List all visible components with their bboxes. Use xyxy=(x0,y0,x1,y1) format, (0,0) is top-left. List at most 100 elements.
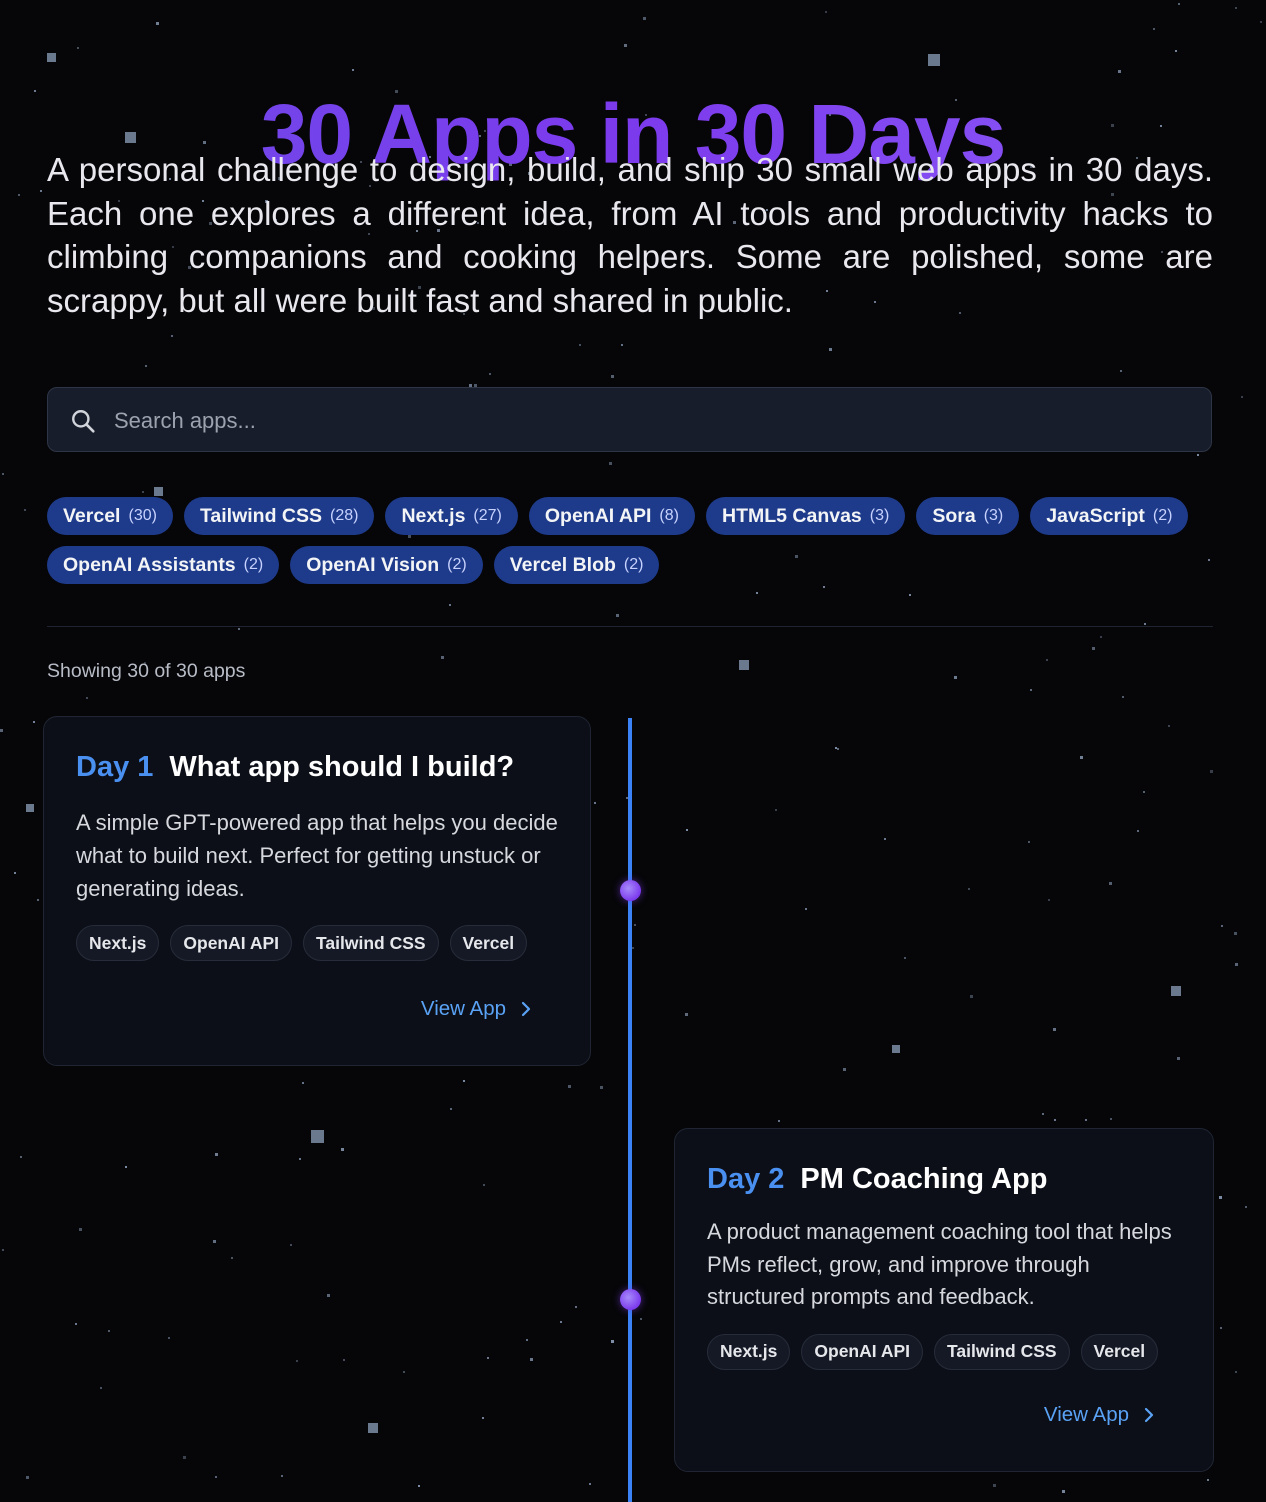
star xyxy=(1197,454,1199,456)
star xyxy=(594,802,596,804)
star xyxy=(75,1323,77,1325)
star xyxy=(954,676,957,679)
star xyxy=(1235,1371,1237,1373)
star xyxy=(281,1475,283,1477)
star xyxy=(352,69,354,71)
star xyxy=(26,1476,29,1479)
star xyxy=(154,487,163,496)
star xyxy=(100,1387,102,1389)
star xyxy=(14,872,16,874)
star xyxy=(600,1086,603,1089)
star xyxy=(26,804,34,812)
filter-chip-label: Vercel Blob xyxy=(509,553,616,576)
star xyxy=(611,1340,614,1343)
star xyxy=(1053,1028,1056,1031)
star xyxy=(1220,1327,1222,1329)
star xyxy=(739,660,749,670)
star xyxy=(1100,636,1102,638)
star xyxy=(299,1158,301,1160)
star xyxy=(33,721,35,723)
star xyxy=(487,1357,489,1359)
star xyxy=(1054,1119,1056,1121)
star xyxy=(1235,7,1237,9)
star xyxy=(1062,1490,1065,1493)
star xyxy=(450,1108,452,1110)
star xyxy=(756,592,758,594)
filter-chip[interactable]: Vercel Blob (2) xyxy=(493,546,660,584)
filter-chip-label: HTML5 Canvas xyxy=(721,504,862,527)
star xyxy=(1028,841,1030,843)
star xyxy=(970,995,973,998)
filter-chip[interactable]: JavaScript (2) xyxy=(1030,497,1189,535)
chevron-right-icon xyxy=(1144,1407,1154,1423)
star xyxy=(621,344,623,346)
star xyxy=(463,1080,465,1082)
results-count: Showing 30 of 30 apps xyxy=(47,660,246,682)
search-icon xyxy=(72,410,95,433)
filter-chip[interactable]: OpenAI Vision (2) xyxy=(290,546,483,584)
day-label: Day 2 xyxy=(707,1163,785,1195)
star xyxy=(489,373,491,375)
filter-chip-count: (2) xyxy=(447,556,467,573)
view-app-label: View App xyxy=(420,997,506,1020)
filter-chip[interactable]: HTML5 Canvas (3) xyxy=(705,497,906,535)
star xyxy=(2,473,4,475)
star xyxy=(1175,50,1177,52)
star xyxy=(1118,70,1121,73)
search-input[interactable] xyxy=(112,388,1196,453)
app-title: What app should I build? xyxy=(169,751,515,783)
star xyxy=(611,375,614,378)
star xyxy=(1260,21,1262,23)
filter-chip[interactable]: Tailwind CSS (28) xyxy=(183,497,375,535)
app-card: Day 2 PM Coaching App A product manageme… xyxy=(674,1128,1214,1472)
star xyxy=(1030,689,1032,691)
day-label: Day 1 xyxy=(76,751,154,783)
star xyxy=(634,924,636,926)
star xyxy=(1178,3,1180,5)
filter-chip[interactable]: Sora (3) xyxy=(916,497,1020,535)
star xyxy=(213,1240,216,1243)
filter-chip-count: (2) xyxy=(243,556,264,573)
divider xyxy=(47,626,1213,627)
star xyxy=(993,1484,996,1487)
filter-chip[interactable]: OpenAI API (8) xyxy=(528,497,695,535)
star xyxy=(327,1294,330,1297)
filter-chip-label: Sora xyxy=(932,504,976,527)
star xyxy=(805,908,807,910)
star xyxy=(1241,396,1243,398)
star xyxy=(829,348,832,351)
star xyxy=(1153,28,1155,30)
star xyxy=(142,491,144,493)
star xyxy=(1080,756,1083,759)
filter-chip-count: (3) xyxy=(983,507,1004,524)
filter-chip[interactable]: Vercel (30) xyxy=(47,497,173,535)
star xyxy=(686,829,688,831)
star xyxy=(86,697,88,699)
star xyxy=(685,1013,688,1016)
star xyxy=(483,1184,485,1186)
filter-chip-label: Vercel xyxy=(63,504,121,527)
star xyxy=(632,947,634,949)
star xyxy=(290,1244,292,1246)
star xyxy=(616,614,619,617)
star xyxy=(837,748,839,750)
star xyxy=(37,899,39,901)
view-app-link[interactable]: View App xyxy=(421,997,532,1021)
tech-tag: Next.js xyxy=(76,925,160,961)
star xyxy=(343,1359,345,1361)
star xyxy=(168,1337,170,1339)
filter-chip[interactable]: Next.js (27) xyxy=(385,497,518,535)
star xyxy=(640,1318,642,1320)
star xyxy=(1210,770,1213,773)
timeline-line xyxy=(628,718,632,1502)
star xyxy=(904,957,906,959)
view-app-link[interactable]: View App xyxy=(1044,1403,1155,1427)
search-bar[interactable] xyxy=(47,387,1212,453)
filter-chip-count: (3) xyxy=(869,507,890,524)
star xyxy=(20,1156,22,1158)
star xyxy=(1109,882,1112,885)
filter-chip[interactable]: OpenAI Assistants (2) xyxy=(47,546,280,584)
star xyxy=(1122,696,1124,698)
star xyxy=(231,1257,233,1259)
app-title: PM Coaching App xyxy=(800,1163,1048,1195)
